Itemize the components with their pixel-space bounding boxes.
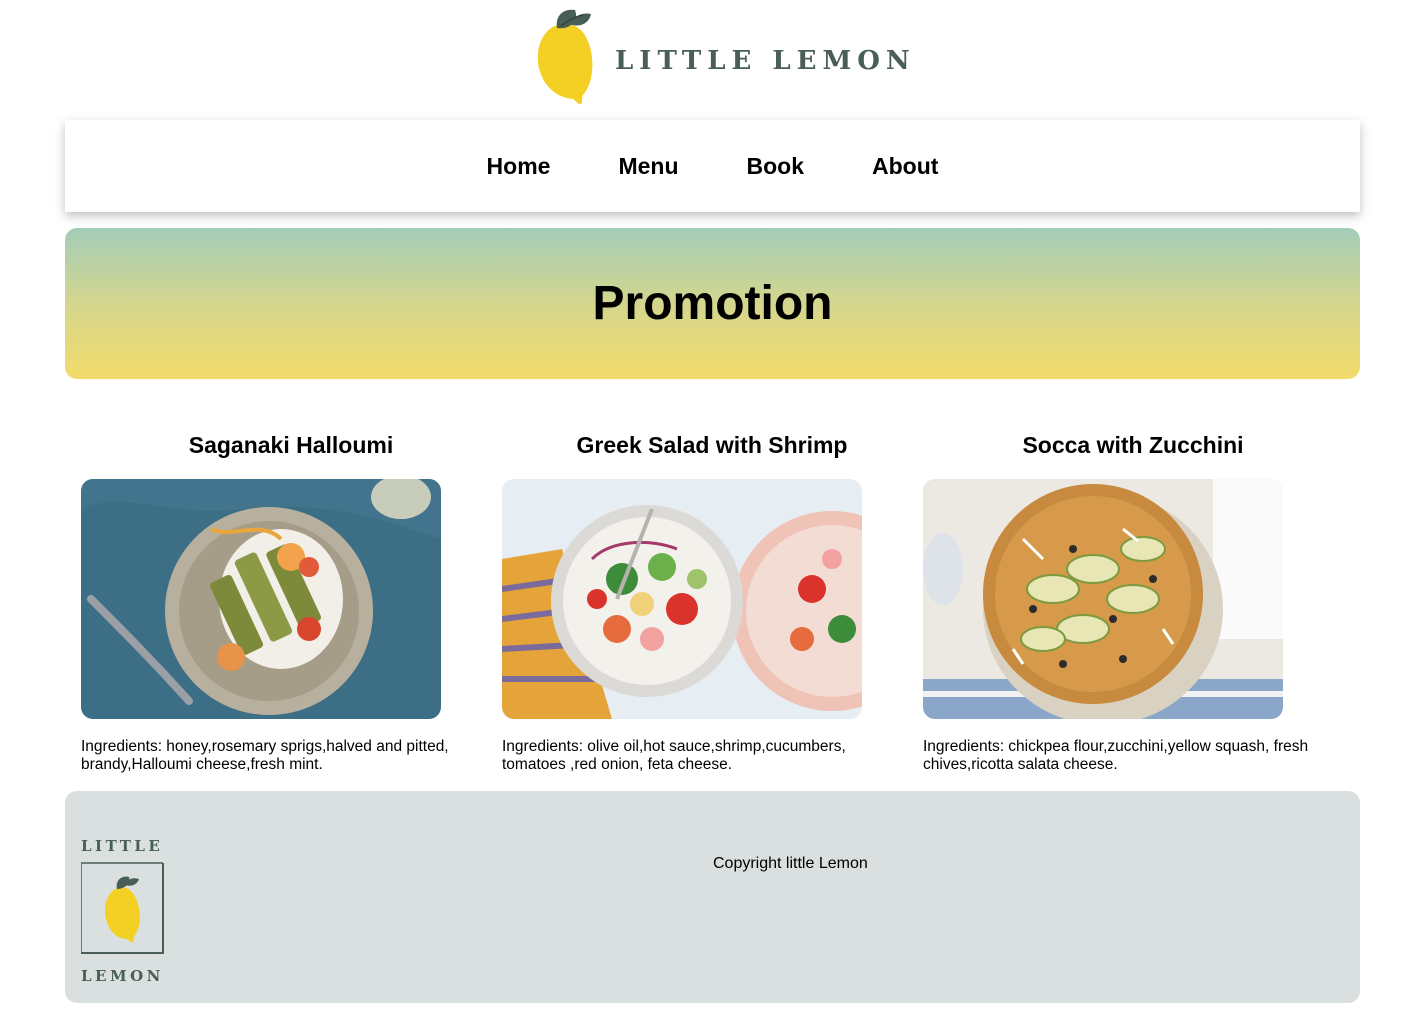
card-ingredients: Ingredients: honey,rosemary sprigs,halve… (81, 738, 449, 773)
card-title: Greek Salad with Shrimp (576, 432, 848, 458)
promotion-banner: Promotion (65, 228, 1360, 379)
saganaki-image (81, 479, 441, 719)
dish-photo-saganaki (81, 479, 441, 719)
nav-link-book[interactable]: Book (747, 153, 805, 179)
menu-card-greek-salad: Greek Salad with Shrimp Ingredients: oli… (502, 430, 902, 773)
nav-link-about[interactable]: About (872, 153, 938, 179)
nav-link-menu[interactable]: Menu (618, 153, 678, 179)
promotion-title: Promotion (592, 277, 833, 330)
card-title: Saganaki Halloumi (188, 432, 394, 458)
greek-salad-image (502, 479, 862, 719)
menu-card-saganaki: Saganaki Halloumi Ingredients: honey,ros… (81, 430, 481, 773)
footer-logo-bottom-text: LEMON (81, 967, 164, 985)
nav-item-about: About (872, 153, 938, 180)
card-ingredients: Ingredients: olive oil,hot sauce,shrimp,… (502, 738, 846, 773)
footer-logo[interactable]: LITTLE LEMON (81, 835, 165, 985)
nav-item-home: Home (487, 153, 551, 180)
card-ingredients: Ingredients: chickpea flour,zucchini,yel… (923, 738, 1309, 773)
site-header: LITTLE LEMON (0, 0, 1425, 112)
nav-list: Home Menu Book About (65, 120, 1360, 212)
card-title: Socca with Zucchini (1022, 432, 1244, 458)
footer-logo-top-text: LITTLE (81, 837, 163, 855)
site-footer: LITTLE LEMON Copyright little Lemon (65, 791, 1360, 1003)
nav-link-home[interactable]: Home (487, 153, 551, 179)
nav-item-book: Book (747, 153, 805, 180)
dish-photo-socca (923, 479, 1283, 719)
nav-item-menu: Menu (618, 153, 678, 180)
lemon-icon (537, 9, 593, 105)
menu-card-socca: Socca with Zucchini Ingredients: chickpe… (923, 430, 1323, 773)
brand-name: LITTLE LEMON (615, 46, 916, 76)
brand-logo[interactable]: LITTLE LEMON (533, 6, 910, 106)
dish-photo-greek-salad (502, 479, 862, 719)
copyright-text: Copyright little Lemon (713, 855, 868, 872)
main-nav: Home Menu Book About (65, 120, 1360, 212)
socca-image (923, 479, 1283, 719)
